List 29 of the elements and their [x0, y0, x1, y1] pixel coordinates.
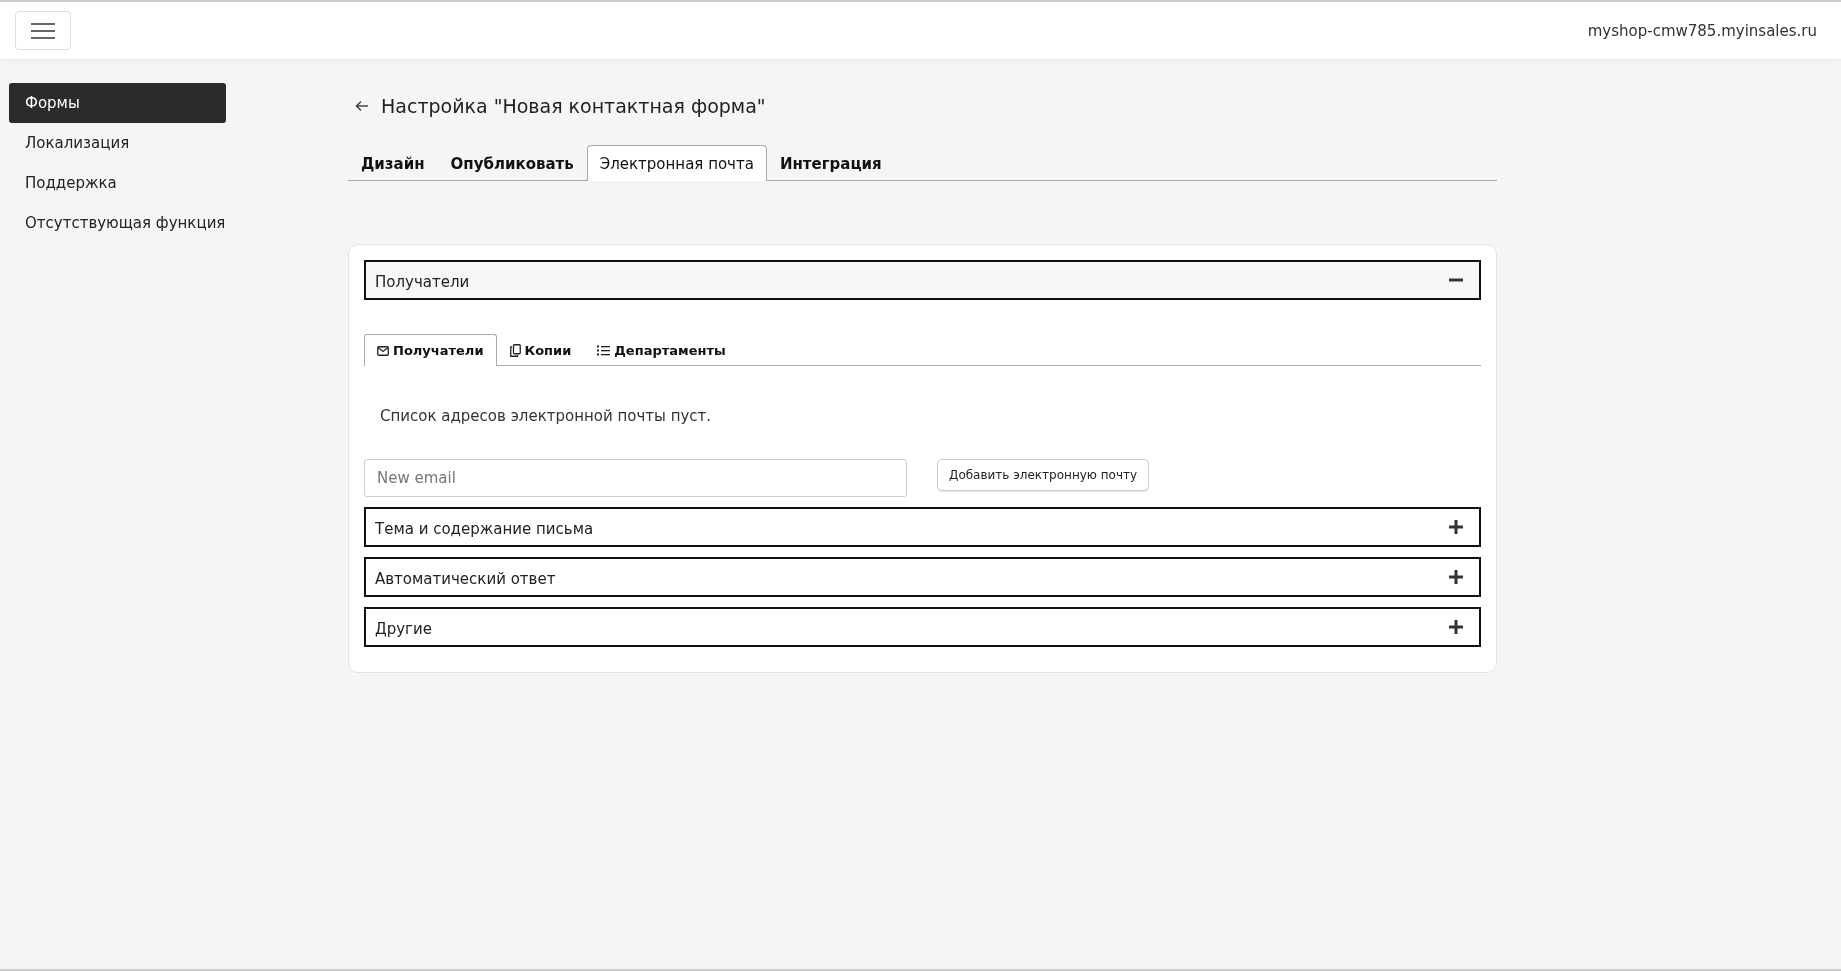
- plus-icon: [1449, 620, 1463, 634]
- email-input[interactable]: New email: [364, 459, 907, 497]
- sidebar-item[interactable]: Формы: [9, 83, 226, 123]
- page-title: Настройка "Новая контактная форма": [381, 95, 766, 117]
- sidebar-item[interactable]: Поддержка: [9, 163, 226, 203]
- accordion-header[interactable]: Получатели: [364, 260, 1481, 300]
- tab[interactable]: Опубликовать: [437, 145, 587, 181]
- tab[interactable]: Электронная почта: [586, 145, 767, 181]
- back-arrow-icon[interactable]: [355, 100, 369, 112]
- shop-domain: myshop-cmw785.myinsales.ru: [1587, 21, 1817, 40]
- sidebar-item[interactable]: Отсутствующая функция: [9, 203, 226, 243]
- list-icon: [597, 345, 611, 356]
- subtab[interactable]: Получатели: [364, 334, 497, 366]
- tab[interactable]: Дизайн: [348, 145, 438, 181]
- menu-button[interactable]: [15, 11, 71, 50]
- plus-icon: [1449, 570, 1463, 584]
- subtab[interactable]: Копии: [496, 334, 585, 366]
- envelope-icon: [377, 345, 389, 356]
- tab[interactable]: Интеграция: [766, 145, 895, 181]
- menu-icon: [31, 21, 55, 40]
- accordion-header[interactable]: Тема и содержание письма: [364, 507, 1481, 547]
- plus-icon: [1449, 520, 1463, 534]
- empty-message: Список адресов электронной почты пуст.: [380, 407, 713, 425]
- add-email-button[interactable]: Добавить электронную почту: [937, 459, 1150, 491]
- subtab[interactable]: Департаменты: [584, 334, 739, 366]
- accordion-header[interactable]: Другие: [364, 607, 1481, 647]
- copy-icon: [509, 344, 521, 357]
- accordion-header[interactable]: Автоматический ответ: [364, 557, 1481, 597]
- sidebar-item[interactable]: Локализация: [9, 123, 226, 163]
